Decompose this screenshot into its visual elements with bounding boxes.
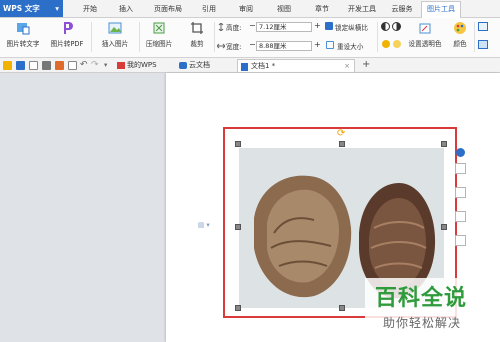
tab-view[interactable]: 视图	[268, 2, 300, 16]
doc-tab-label: 云文档	[189, 61, 210, 69]
doc-tab-label: 我的WPS	[127, 61, 157, 69]
cloud-doc-icon	[179, 62, 187, 69]
divider	[474, 22, 475, 52]
resize-handle-bottom-left[interactable]	[235, 305, 241, 311]
zoom-picture-icon[interactable]	[455, 187, 466, 198]
rotate-handle-icon[interactable]: ⟳	[337, 128, 345, 139]
tab-review[interactable]: 审阅	[230, 2, 262, 16]
resize-handle-top-right[interactable]	[441, 141, 447, 147]
compress-picture-button[interactable]: 压缩图片	[142, 20, 176, 54]
reset-size-button[interactable]: 重设大小	[337, 41, 363, 51]
brightness-reduce-icon[interactable]	[393, 40, 401, 48]
brightness-icon[interactable]	[382, 40, 390, 48]
resize-handle-right[interactable]	[441, 224, 447, 230]
color-label: 颜色	[453, 40, 467, 48]
quick-access-bar: ↶ ↷ ▾ 我的WPS 云文档 文档1 * × +	[0, 58, 500, 73]
set-transparent-color-button[interactable]: 设置透明色	[406, 20, 444, 54]
layout-options-icon[interactable]	[456, 148, 465, 157]
height-label: 高度:	[226, 24, 242, 32]
picture-to-pdf-button[interactable]: 图片转PDF	[47, 20, 87, 54]
color-button[interactable]: 颜色	[449, 20, 471, 54]
print-icon[interactable]	[42, 61, 51, 70]
redo-icon[interactable]: ↷	[91, 60, 99, 70]
picture-effects-icon[interactable]	[478, 40, 488, 49]
more-tools-icon[interactable]	[455, 235, 466, 246]
export-pdf-icon[interactable]	[55, 61, 64, 70]
open-folder-icon[interactable]	[3, 61, 12, 70]
ribbon-toolbar: 图片转文字 图片转PDF 插入图片 压缩图片 裁剪 高度: − 7.12厘米 +…	[0, 18, 500, 58]
ribbon-tab-bar: WPS 文字 ▾ 开始 插入 页面布局 引用 审阅 视图 章节 开发工具 云服务…	[0, 0, 500, 18]
reset-size-icon	[326, 41, 334, 49]
resize-handle-left[interactable]	[235, 224, 241, 230]
height-increase-button[interactable]: +	[314, 21, 321, 30]
undo-icon[interactable]: ↶	[80, 60, 88, 70]
lock-ratio-label: 锁定纵横比	[335, 24, 368, 32]
chevron-down-icon: ▾	[55, 4, 59, 13]
app-menu-button[interactable]: WPS 文字 ▾	[0, 0, 63, 17]
watermark-title: 百科全说	[375, 286, 468, 311]
crop-button[interactable]: 裁剪	[184, 20, 210, 54]
lock-ratio-checkbox[interactable]	[325, 22, 333, 30]
resize-handle-top[interactable]	[339, 141, 345, 147]
doc-tab-my-wps[interactable]: 我的WPS	[114, 59, 168, 72]
set-transparent-color-label: 设置透明色	[408, 40, 442, 48]
contrast-reduce-icon[interactable]	[392, 22, 401, 31]
app-name: WPS 文字	[3, 4, 40, 13]
pdf-icon	[64, 22, 73, 34]
new-document-icon[interactable]	[29, 61, 38, 70]
doc-tab-label: 文档1 *	[251, 62, 276, 70]
picture-tool-icon[interactable]	[455, 163, 466, 174]
wps-logo-icon	[117, 62, 125, 69]
contrast-icon[interactable]	[381, 22, 390, 31]
divider	[91, 22, 92, 52]
paragraph-layout-icon[interactable]: ▤ ▾	[198, 221, 210, 229]
image-icon	[108, 22, 122, 34]
tab-insert[interactable]: 插入	[110, 2, 142, 16]
close-icon[interactable]: ×	[344, 60, 350, 73]
height-input[interactable]: 7.12厘米	[256, 22, 312, 32]
picture-to-pdf-label: 图片转PDF	[50, 40, 84, 48]
width-increase-button[interactable]: +	[314, 40, 321, 49]
picture-to-text-label: 图片转文字	[6, 40, 40, 48]
resize-handle-bottom[interactable]	[339, 305, 345, 311]
width-icon	[217, 43, 225, 49]
tab-references[interactable]: 引用	[194, 2, 224, 16]
picture-to-text-icon	[17, 23, 30, 35]
color-palette-icon	[454, 22, 466, 34]
width-decrease-button[interactable]: −	[249, 40, 256, 49]
baike-watermark-logo: 百科全说 助你轻松解决	[365, 278, 500, 342]
picture-to-text-button[interactable]: 图片转文字	[3, 20, 43, 54]
chevron-down-icon[interactable]: ▾	[104, 61, 107, 69]
compress-icon	[153, 22, 165, 34]
picture-border-icon[interactable]	[478, 22, 488, 31]
compress-picture-label: 压缩图片	[145, 40, 173, 48]
doc-tab-document1[interactable]: 文档1 * ×	[237, 59, 355, 72]
divider	[377, 22, 378, 52]
new-tab-button[interactable]: +	[362, 59, 370, 70]
transparent-color-icon	[419, 23, 431, 34]
tab-section[interactable]: 章节	[306, 2, 338, 16]
tab-page-layout[interactable]: 页面布局	[146, 2, 190, 16]
crop-label: 裁剪	[190, 40, 204, 48]
tab-cloud[interactable]: 云服务	[386, 2, 418, 16]
height-decrease-button[interactable]: −	[249, 21, 256, 30]
print-preview-icon[interactable]	[68, 61, 77, 70]
insert-picture-button[interactable]: 插入图片	[95, 20, 135, 54]
crop-picture-icon[interactable]	[455, 211, 466, 222]
doc-tab-cloud-docs[interactable]: 云文档	[176, 59, 226, 72]
save-icon[interactable]	[16, 61, 25, 70]
width-label: 宽度:	[226, 43, 242, 51]
document-icon	[241, 63, 248, 71]
tab-home[interactable]: 开始	[74, 2, 106, 16]
tab-developer[interactable]: 开发工具	[342, 2, 382, 16]
crop-icon	[191, 22, 203, 34]
watermark-subtitle: 助你轻松解决	[383, 316, 462, 330]
divider	[139, 22, 140, 52]
height-icon	[218, 23, 224, 31]
insert-picture-label: 插入图片	[101, 40, 129, 48]
tab-picture-tools[interactable]: 图片工具	[421, 1, 461, 18]
resize-handle-top-left[interactable]	[235, 141, 241, 147]
width-input[interactable]: 8.88厘米	[256, 41, 312, 51]
divider	[214, 22, 215, 52]
